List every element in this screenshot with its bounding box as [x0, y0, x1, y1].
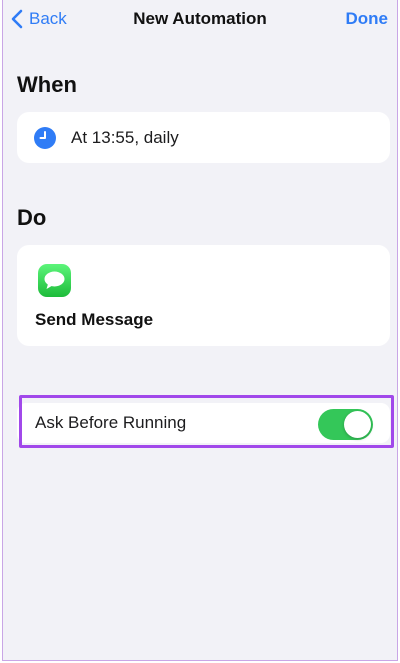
- action-label: Send Message: [35, 310, 154, 329]
- automation-screen: Back New Automation Done When At 13:55, …: [2, 0, 398, 661]
- page-title: New Automation: [133, 9, 267, 28]
- navigation-bar: Back New Automation Done: [3, 0, 397, 40]
- do-action-card[interactable]: Send Message: [17, 245, 390, 346]
- trigger-label: At 13:55, daily: [71, 127, 179, 147]
- toggle-knob: [344, 411, 371, 438]
- done-button[interactable]: Done: [346, 8, 389, 30]
- clock-icon: [34, 126, 56, 149]
- when-trigger-row[interactable]: At 13:55, daily: [17, 112, 390, 163]
- when-heading: When: [17, 72, 77, 97]
- ask-before-running-label: Ask Before Running: [35, 413, 187, 432]
- do-heading: Do: [17, 205, 47, 230]
- messages-app-icon: [38, 264, 71, 297]
- ask-before-running-toggle[interactable]: [318, 409, 373, 440]
- ask-before-running-row: Ask Before Running: [17, 403, 390, 443]
